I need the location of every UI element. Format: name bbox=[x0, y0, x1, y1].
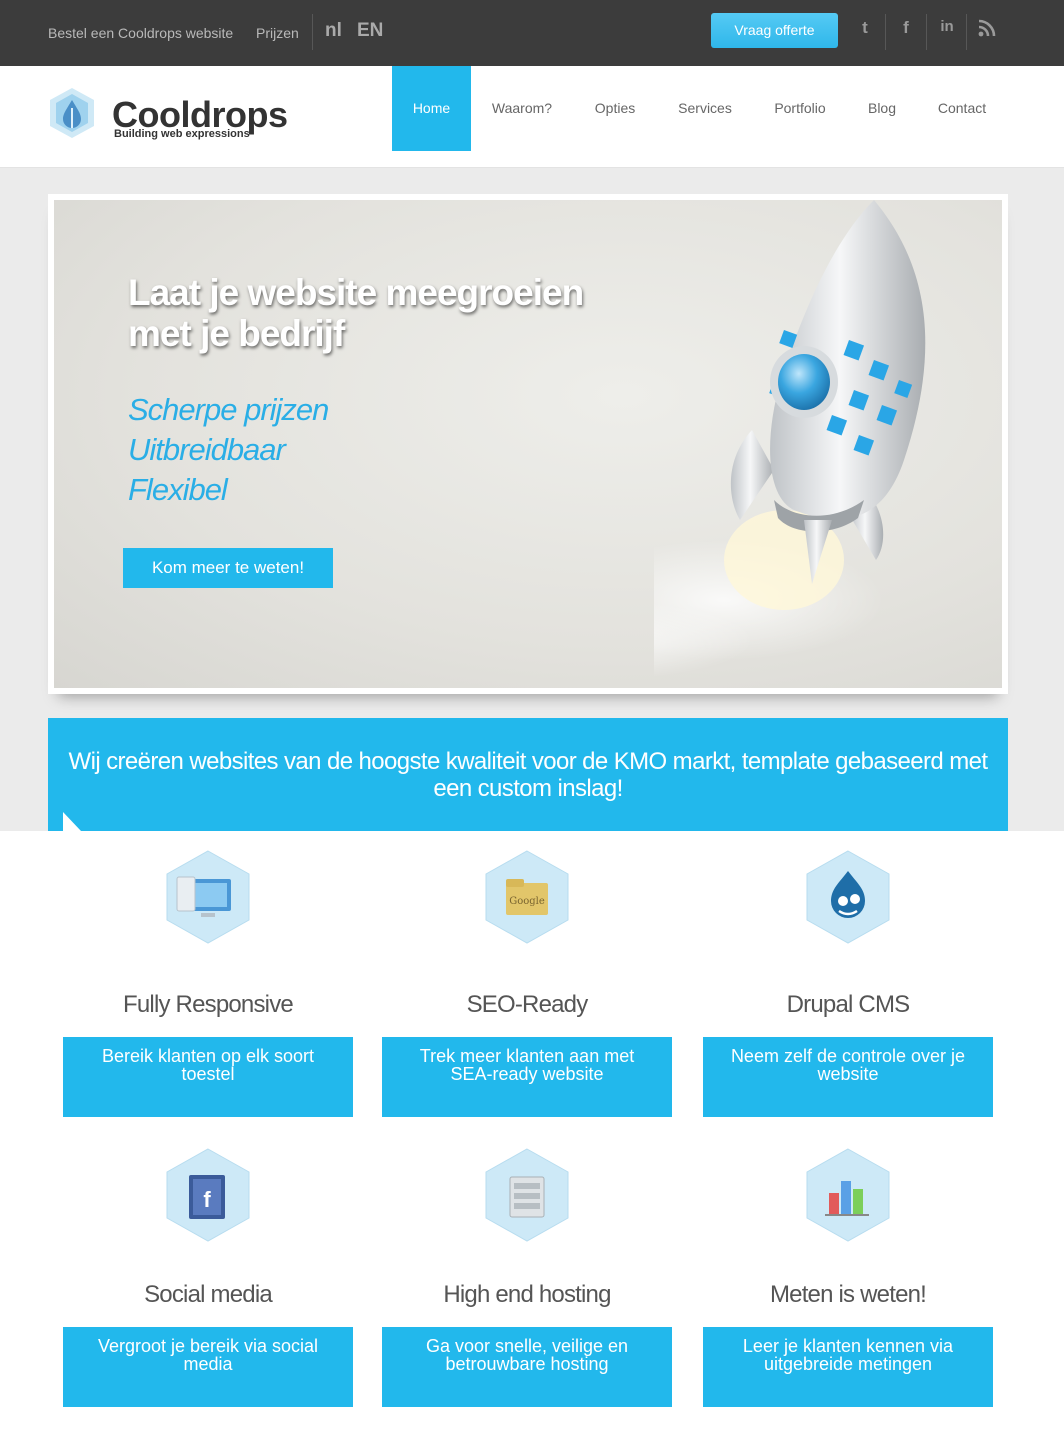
request-quote-button[interactable]: Vraag offerte bbox=[711, 13, 838, 48]
learn-more-button[interactable]: Kom meer te weten! bbox=[123, 548, 333, 588]
intro-banner: Wij creëren websites van de hoogste kwal… bbox=[48, 718, 1008, 831]
feature-description[interactable]: Vergroot je bereik via social media bbox=[63, 1327, 353, 1407]
nav-services[interactable]: Services bbox=[664, 66, 746, 151]
hero-point: Scherpe prijzen bbox=[128, 392, 329, 427]
divider bbox=[966, 14, 967, 50]
features-section: Fully Responsive Bereik klanten op elk s… bbox=[0, 831, 1064, 1439]
site-header: Cooldrops Building web expressions Home … bbox=[0, 66, 1064, 168]
drupal-icon bbox=[803, 849, 893, 945]
feature-description[interactable]: Neem zelf de controle over je website bbox=[703, 1037, 993, 1117]
feature-title: Fully Responsive bbox=[123, 991, 294, 1018]
rss-icon[interactable] bbox=[975, 18, 999, 44]
divider bbox=[312, 14, 313, 50]
divider bbox=[885, 14, 886, 50]
hero-points: Scherpe prijzen Uitbreidbaar Flexibel bbox=[128, 390, 329, 510]
rocket-illustration bbox=[654, 200, 926, 678]
feature-description[interactable]: Trek meer klanten aan met SEA-ready webs… bbox=[382, 1037, 672, 1117]
nav-contact[interactable]: Contact bbox=[926, 66, 998, 151]
facebook-icon[interactable]: f bbox=[894, 18, 918, 44]
feature-title: SEO-Ready bbox=[466, 991, 589, 1018]
twitter-icon[interactable]: t bbox=[853, 18, 877, 44]
hero-point: Flexibel bbox=[128, 472, 228, 507]
divider bbox=[926, 14, 927, 50]
bar-chart-icon bbox=[803, 1147, 893, 1243]
nav-portfolio[interactable]: Portfolio bbox=[760, 66, 840, 151]
svg-text:Google: Google bbox=[509, 896, 545, 907]
feature-description[interactable]: Bereik klanten op elk soort toestel bbox=[63, 1037, 353, 1117]
order-website-link[interactable]: Bestel een Cooldrops website bbox=[48, 25, 233, 41]
feature-description[interactable]: Leer je klanten kennen via uitgebreide m… bbox=[703, 1327, 993, 1407]
feature-description[interactable]: Ga voor snelle, veilige en betrouwbare h… bbox=[382, 1327, 672, 1407]
feature-title: Drupal CMS bbox=[786, 991, 911, 1018]
cooldrops-logo-icon[interactable] bbox=[48, 86, 96, 140]
facebook-book-icon: f bbox=[163, 1147, 253, 1243]
linkedin-icon[interactable]: in bbox=[935, 18, 959, 44]
hero-point: Uitbreidbaar bbox=[128, 432, 286, 467]
feature-title: Meten is weten! bbox=[769, 1281, 927, 1308]
hero-slider: Laat je website meegroeien met je bedrij… bbox=[48, 194, 1008, 694]
language-nl[interactable]: nl bbox=[325, 20, 342, 42]
language-en[interactable]: EN bbox=[357, 20, 383, 42]
banner-notch bbox=[63, 812, 81, 831]
top-bar: Bestel een Cooldrops website Prijzen nl … bbox=[0, 0, 1064, 66]
server-icon bbox=[482, 1147, 572, 1243]
hero-title-line: met je bedrijf bbox=[128, 313, 345, 354]
nav-opties[interactable]: Opties bbox=[580, 66, 650, 151]
devices-icon bbox=[163, 849, 253, 945]
google-folder-icon: Google bbox=[482, 849, 572, 945]
brand-tagline: Building web expressions bbox=[114, 128, 250, 140]
feature-title: Social media bbox=[144, 1281, 273, 1308]
nav-home[interactable]: Home bbox=[392, 66, 471, 151]
hero-title-line: Laat je website meegroeien bbox=[128, 272, 584, 313]
intro-text: Wij creëren websites van de hoogste kwal… bbox=[68, 748, 989, 802]
nav-blog[interactable]: Blog bbox=[854, 66, 910, 151]
hero-title: Laat je website meegroeien met je bedrij… bbox=[128, 272, 584, 354]
svg-text:f: f bbox=[203, 1187, 211, 1212]
prices-link[interactable]: Prijzen bbox=[256, 25, 299, 41]
nav-waarom[interactable]: Waarom? bbox=[476, 66, 568, 151]
feature-title: High end hosting bbox=[443, 1281, 611, 1308]
hero-slide: Laat je website meegroeien met je bedrij… bbox=[54, 200, 1002, 688]
